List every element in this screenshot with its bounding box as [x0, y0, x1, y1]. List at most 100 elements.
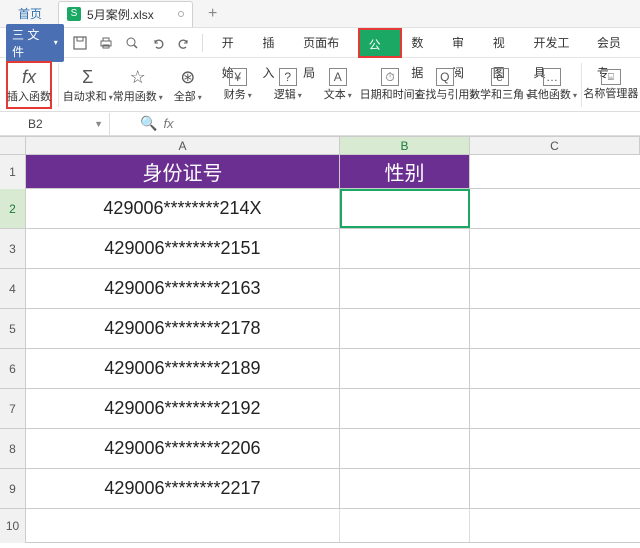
- more-icon: …: [543, 68, 561, 86]
- tab-data[interactable]: 数据: [402, 28, 443, 58]
- insert-function-button[interactable]: fx 插入函数: [6, 61, 52, 109]
- financial-button[interactable]: ¥ 财务▾: [215, 61, 261, 109]
- cell-b2[interactable]: [340, 189, 470, 228]
- undo-icon[interactable]: [150, 35, 166, 51]
- a-box-icon: A: [329, 68, 347, 86]
- document-name: 5月案例.xlsx: [87, 6, 154, 23]
- tab-view[interactable]: 视图: [484, 28, 525, 58]
- tab-devtools[interactable]: 开发工具: [524, 28, 587, 58]
- row-header-8[interactable]: 8: [0, 429, 26, 468]
- row-header-7[interactable]: 7: [0, 389, 26, 428]
- cell-a8[interactable]: 429006********2206: [26, 429, 340, 468]
- more-functions-button[interactable]: … 其他函数▾: [529, 61, 575, 109]
- separator: [581, 63, 582, 107]
- row-header-1[interactable]: 1: [0, 155, 26, 189]
- home-tab[interactable]: 首页: [8, 5, 52, 22]
- row-header-3[interactable]: 3: [0, 229, 26, 268]
- spreadsheet-icon: S: [67, 7, 81, 21]
- math-trig-button[interactable]: e 数学和三角▾: [474, 61, 525, 109]
- select-all-corner[interactable]: [0, 137, 26, 154]
- cell-c2[interactable]: [470, 189, 640, 228]
- cell-b9[interactable]: [340, 469, 470, 508]
- question-box-icon: ?: [279, 68, 297, 86]
- tab-insert[interactable]: 插入: [253, 28, 294, 58]
- file-menu[interactable]: 三 文件▾: [6, 24, 64, 62]
- cell-c8[interactable]: [470, 429, 640, 468]
- table-row: 4 429006********2163: [0, 269, 640, 309]
- cell-a2[interactable]: 429006********214X: [26, 189, 340, 228]
- ribbon-tabs: 开始 插入 页面布局 公式 数据 审阅 视图 开发工具 会员专: [213, 28, 640, 58]
- name-manager-button[interactable]: ⌸ 名称管理器: [588, 61, 634, 109]
- autosum-button[interactable]: Σ 自动求和▾: [65, 61, 111, 109]
- fx-icon[interactable]: fx: [163, 116, 173, 131]
- cell-a5[interactable]: 429006********2178: [26, 309, 340, 348]
- cell-b5[interactable]: [340, 309, 470, 348]
- asterisk-icon: ⊛: [180, 66, 195, 88]
- lookup-button[interactable]: Q 查找与引用▾: [419, 61, 470, 109]
- tab-layout[interactable]: 页面布局: [294, 28, 357, 58]
- name-box[interactable]: B2 ▼: [0, 113, 110, 135]
- cell-a10[interactable]: [26, 509, 340, 542]
- cell-a3[interactable]: 429006********2151: [26, 229, 340, 268]
- cell-a7[interactable]: 429006********2192: [26, 389, 340, 428]
- tab-review[interactable]: 审阅: [443, 28, 484, 58]
- table-row: 10: [0, 509, 640, 543]
- row-header-9[interactable]: 9: [0, 469, 26, 508]
- chevron-down-icon: ▾: [54, 38, 58, 47]
- cell-b7[interactable]: [340, 389, 470, 428]
- cell-b1[interactable]: 性别: [340, 155, 470, 188]
- cell-b10[interactable]: [340, 509, 470, 542]
- row-header-5[interactable]: 5: [0, 309, 26, 348]
- cell-c4[interactable]: [470, 269, 640, 308]
- all-functions-button[interactable]: ⊛ 全部▾: [165, 61, 211, 109]
- new-tab-button[interactable]: +: [201, 5, 225, 23]
- math-icon: e: [491, 68, 509, 86]
- menu-bar: 三 文件▾ 开始 插入 页面布局 公式 数据 审阅 视图 开发工具 会员专: [0, 28, 640, 58]
- cell-b3[interactable]: [340, 229, 470, 268]
- table-row: 7 429006********2192: [0, 389, 640, 429]
- cell-b8[interactable]: [340, 429, 470, 468]
- document-tab[interactable]: S 5月案例.xlsx: [58, 1, 193, 27]
- cell-c5[interactable]: [470, 309, 640, 348]
- tab-member[interactable]: 会员专: [588, 28, 640, 58]
- cell-c9[interactable]: [470, 469, 640, 508]
- printer-icon[interactable]: [98, 35, 114, 51]
- redo-icon[interactable]: [176, 35, 192, 51]
- row-header-10[interactable]: 10: [0, 509, 26, 543]
- row-header-2[interactable]: 2: [0, 189, 26, 228]
- col-header-a[interactable]: A: [26, 137, 340, 154]
- print-preview-icon[interactable]: [124, 35, 140, 51]
- save-icon[interactable]: [72, 35, 88, 51]
- sigma-icon: Σ: [82, 66, 93, 88]
- common-functions-button[interactable]: ☆ 常用函数▾: [115, 61, 161, 109]
- cell-c7[interactable]: [470, 389, 640, 428]
- separator: [58, 63, 59, 107]
- cell-a1[interactable]: 身份证号: [26, 155, 340, 188]
- col-header-b[interactable]: B: [340, 137, 470, 154]
- spreadsheet-grid[interactable]: A B C 1 身份证号 性别 2 429006********214X 3 4…: [0, 136, 640, 543]
- table-row: 3 429006********2151: [0, 229, 640, 269]
- col-header-c[interactable]: C: [470, 137, 640, 154]
- cell-b6[interactable]: [340, 349, 470, 388]
- chevron-down-icon[interactable]: ▼: [94, 119, 103, 129]
- lookup-icon: Q: [436, 68, 454, 86]
- cell-c1[interactable]: [470, 155, 640, 188]
- column-headers: A B C: [0, 137, 640, 155]
- tab-start[interactable]: 开始: [213, 28, 254, 58]
- cell-a6[interactable]: 429006********2189: [26, 349, 340, 388]
- cell-a4[interactable]: 429006********2163: [26, 269, 340, 308]
- cell-a9[interactable]: 429006********2217: [26, 469, 340, 508]
- cell-c3[interactable]: [470, 229, 640, 268]
- text-button[interactable]: A 文本▾: [315, 61, 361, 109]
- name-manager-icon: ⌸: [601, 69, 621, 85]
- table-row: 1 身份证号 性别: [0, 155, 640, 189]
- cell-b4[interactable]: [340, 269, 470, 308]
- datetime-button[interactable]: ⏱ 日期和时间▾: [365, 61, 416, 109]
- cell-c10[interactable]: [470, 509, 640, 542]
- cell-c6[interactable]: [470, 349, 640, 388]
- row-header-6[interactable]: 6: [0, 349, 26, 388]
- tab-formula[interactable]: 公式: [358, 28, 403, 58]
- logical-button[interactable]: ? 逻辑▾: [265, 61, 311, 109]
- search-icon[interactable]: 🔍: [140, 115, 157, 132]
- row-header-4[interactable]: 4: [0, 269, 26, 308]
